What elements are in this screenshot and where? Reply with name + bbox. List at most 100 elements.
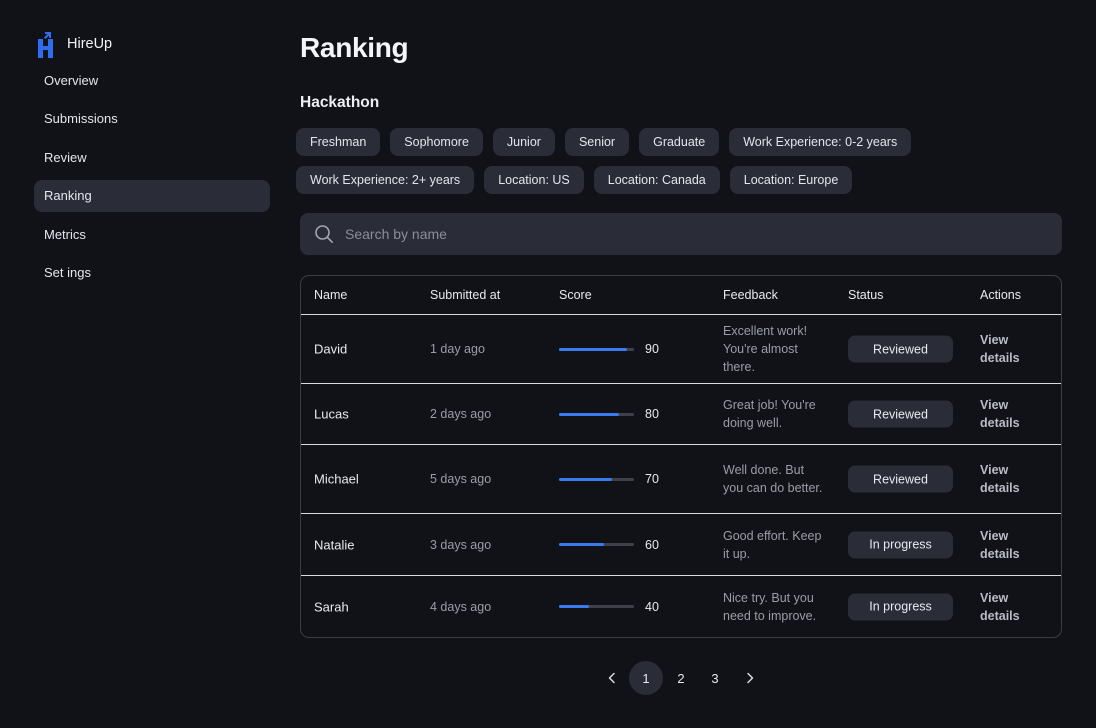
score-bar: [559, 477, 634, 481]
sidebar-item-overview[interactable]: Overview: [34, 64, 270, 96]
sidebar-item-metrics[interactable]: Metrics: [34, 218, 270, 250]
sidebar-item-settings[interactable]: Set ings: [34, 257, 270, 289]
score-value: 70: [645, 472, 659, 486]
column-header-submitted[interactable]: Submitted at: [430, 288, 500, 302]
table-row[interactable]: Michael 5 days ago 70 Well done. But you…: [301, 445, 1061, 514]
cell-status: Reviewed: [848, 465, 953, 493]
table-row-content: Lucas 2 days ago 80 Great job! You're do…: [301, 384, 1061, 444]
previous-page-button[interactable]: [605, 661, 619, 695]
sidebar-item-review[interactable]: Review: [34, 141, 270, 173]
table-row-content: David 1 day ago 90 Excellent work! You'r…: [301, 315, 1061, 383]
column-header-score[interactable]: Score: [559, 288, 592, 302]
cell-name: David: [314, 341, 348, 357]
cell-name: Natalie: [314, 537, 355, 552]
view-details-link[interactable]: View details: [980, 527, 1040, 563]
chevron-left-icon: [608, 672, 615, 684]
cell-score: 70: [559, 472, 659, 486]
status-badge: Reviewed: [848, 335, 953, 363]
filter-chip-work-experience-0-2[interactable]: Work Experience: 0-2 years: [729, 128, 912, 156]
column-header-actions: Actions: [980, 288, 1021, 302]
sidebar-item-submissions[interactable]: Submissions: [34, 103, 270, 135]
table-row[interactable]: Lucas 2 days ago 80 Great job! You're do…: [301, 384, 1061, 445]
cell-name: Lucas: [314, 406, 349, 422]
page-button-2[interactable]: 2: [674, 661, 688, 695]
filter-chip-location-europe[interactable]: Location: Europe: [729, 166, 853, 194]
sidebar-item-ranking[interactable]: Ranking: [34, 179, 270, 212]
cell-feedback: Well done. But you can do better.: [723, 463, 823, 495]
search-bar[interactable]: [300, 213, 1062, 255]
view-details-link[interactable]: View details: [980, 396, 1040, 432]
chevron-right-icon: [747, 672, 754, 684]
table-row-content: Natalie 3 days ago 60 Good effort. Keep …: [301, 514, 1061, 575]
table-row[interactable]: Natalie 3 days ago 60 Good effort. Keep …: [301, 514, 1061, 576]
next-page-button[interactable]: [743, 661, 757, 695]
status-badge: In progress: [848, 593, 953, 620]
filter-chip-location-us[interactable]: Location: US: [484, 166, 584, 194]
score-bar: [559, 412, 634, 416]
filter-chip-senior[interactable]: Senior: [564, 128, 630, 156]
column-header-name[interactable]: Name: [314, 288, 347, 302]
status-badge: Reviewed: [848, 465, 953, 493]
cell-score: 40: [559, 600, 659, 614]
view-details-link[interactable]: View details: [980, 461, 1040, 497]
score-value: 80: [645, 407, 659, 421]
filter-chip-location-canada[interactable]: Location: Canada: [593, 166, 720, 194]
ranking-table: Name Submitted at Score Feedback Status …: [300, 275, 1062, 638]
view-details-link[interactable]: View details: [980, 331, 1040, 367]
cell-submitted: 4 days ago: [430, 599, 492, 614]
score-value: 90: [645, 342, 659, 356]
score-bar-fill: [559, 543, 604, 546]
cell-feedback: Good effort. Keep it up.: [723, 528, 822, 561]
filter-chip-row: Work Experience: 2+ years Location: US L…: [296, 166, 936, 194]
search-input[interactable]: [345, 226, 1025, 242]
score-bar-fill: [559, 412, 619, 416]
cell-score: 90: [559, 342, 659, 356]
cell-feedback: Great job! You're doing well.: [723, 398, 816, 430]
column-header-status[interactable]: Status: [848, 288, 883, 302]
cell-feedback: Excellent work! You're almost there.: [723, 324, 808, 374]
table-header-row: Name Submitted at Score Feedback Status …: [301, 276, 1061, 314]
cell-status: In progress: [848, 593, 953, 620]
score-bar-fill: [559, 605, 589, 608]
cell-submitted: 1 day ago: [430, 342, 485, 356]
view-details-link[interactable]: View details: [980, 589, 1040, 625]
page-button-1[interactable]: 1: [629, 661, 663, 695]
score-bar-fill: [559, 477, 612, 481]
table-row[interactable]: David 1 day ago 90 Excellent work! You'r…: [301, 315, 1061, 384]
sidebar: HireUp Overview Submissions Review Ranki…: [34, 28, 270, 295]
filter-chip-graduate[interactable]: Graduate: [639, 128, 720, 156]
status-badge: Reviewed: [848, 400, 953, 428]
cell-name: Michael: [314, 471, 359, 487]
score-bar-fill: [559, 347, 627, 351]
cell-status: In progress: [848, 531, 953, 558]
filter-chip-row: Freshman Sophomore Junior Senior Graduat…: [296, 128, 936, 156]
filter-chips: Freshman Sophomore Junior Senior Graduat…: [296, 128, 936, 204]
cell-score: 60: [559, 538, 659, 552]
pagination: 1 2 3: [300, 661, 1062, 697]
column-header-feedback[interactable]: Feedback: [723, 288, 778, 302]
table-row[interactable]: Sarah 4 days ago 40 Nice try. But you ne…: [301, 576, 1061, 637]
score-value: 60: [645, 537, 659, 552]
status-badge: In progress: [848, 531, 953, 558]
filter-chip-work-experience-2-plus[interactable]: Work Experience: 2+ years: [296, 166, 475, 194]
table-row-content: Michael 5 days ago 70 Well done. But you…: [301, 445, 1061, 513]
filter-chip-freshman[interactable]: Freshman: [296, 128, 381, 156]
app-root: HireUp Overview Submissions Review Ranki…: [0, 0, 1096, 728]
cell-score: 80: [559, 407, 659, 421]
hireup-logo-icon: [38, 32, 53, 58]
section-title: Hackathon: [300, 94, 380, 111]
brand[interactable]: HireUp: [34, 28, 270, 60]
filter-chip-junior[interactable]: Junior: [492, 128, 555, 156]
filter-chip-sophomore[interactable]: Sophomore: [390, 128, 483, 156]
search-icon: [315, 225, 334, 244]
cell-status: Reviewed: [848, 400, 953, 428]
page-button-3[interactable]: 3: [708, 661, 722, 695]
cell-status: Reviewed: [848, 335, 953, 363]
score-bar: [559, 605, 634, 608]
cell-feedback: Nice try. But you need to improve.: [723, 590, 817, 623]
table-header: Name Submitted at Score Feedback Status …: [301, 276, 1061, 315]
score-bar: [559, 543, 634, 546]
cell-submitted: 3 days ago: [430, 537, 492, 552]
cell-submitted: 5 days ago: [430, 472, 492, 486]
score-bar: [559, 347, 634, 351]
